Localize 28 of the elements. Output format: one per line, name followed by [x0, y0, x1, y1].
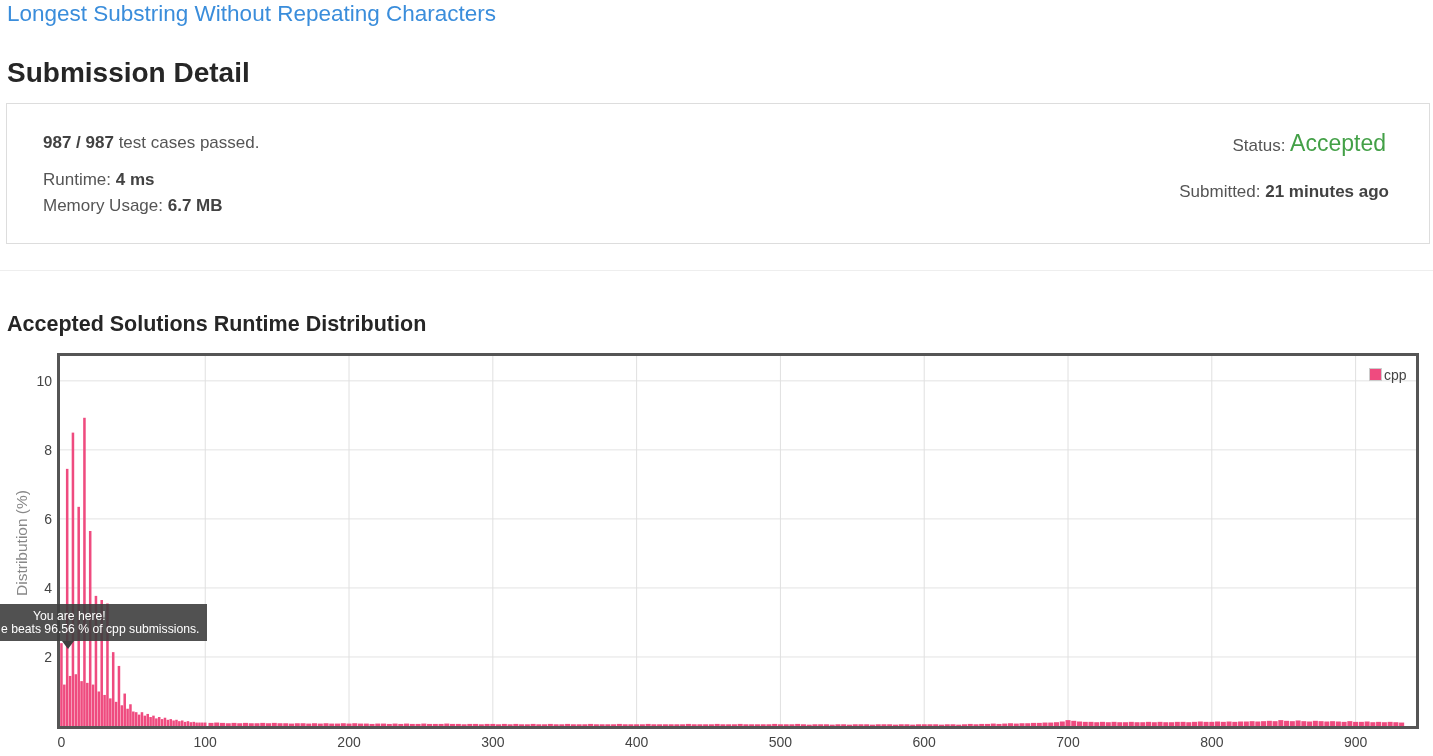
x-tick-label: 700	[1056, 734, 1080, 750]
y-tick-label: 10	[36, 372, 52, 389]
test-cases-text: 987 / 987 test cases passed.	[43, 133, 260, 152]
x-tick-label: 400	[624, 734, 649, 750]
x-tick-label: 200	[337, 734, 361, 750]
y-tick-label: 8	[44, 441, 52, 458]
x-tick-label: 100	[193, 734, 217, 750]
x-tick-label: 500	[768, 734, 793, 750]
y-tick-label: 4	[44, 579, 52, 596]
tooltip-text: e beats 96.56 % of cpp submissions.	[1, 622, 200, 636]
tooltip-heading: You are here!	[33, 609, 106, 623]
x-tick-label: 800	[1200, 734, 1224, 750]
section-heading: Accepted Solutions Runtime Distribution	[7, 311, 427, 338]
problem-title-link[interactable]: Longest Substring Without Repeating Characters	[7, 1, 497, 26]
y-tick-label: 6	[44, 510, 52, 527]
y-tick-label: 2	[44, 648, 52, 665]
x-tick-label: 300	[481, 734, 505, 750]
x-tick-label: 600	[912, 734, 936, 750]
memory-text: Memory Usage: 6.7 MB	[43, 196, 223, 215]
page-heading: Submission Detail	[7, 56, 250, 90]
submitted-text: Submitted: 21 minutes ago	[1179, 182, 1389, 201]
x-tick-label: 0	[57, 734, 66, 750]
status-label: Status:	[1232, 136, 1286, 155]
legend-label: cpp	[1384, 366, 1407, 383]
status-value: Accepted	[1290, 130, 1386, 156]
x-tick-label: 900	[1343, 734, 1368, 750]
y-axis-title: Distribution (%)	[13, 490, 30, 596]
runtime-text: Runtime: 4 ms	[43, 170, 155, 189]
